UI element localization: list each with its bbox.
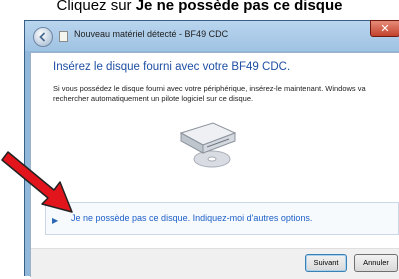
back-button[interactable] — [33, 27, 53, 47]
instruction-text: Si vous possédez le disque fourni avec v… — [53, 84, 366, 103]
page-heading: Insérez le disque fourni avec votre BF49… — [53, 61, 291, 73]
back-arrow-icon — [39, 32, 46, 42]
cd-drive-icon — [179, 122, 237, 168]
annotation-arrow-icon — [1, 151, 73, 213]
button-bar: Suivant Annuler — [31, 248, 399, 279]
wizard-content: Insérez le disque fourni avec votre BF49… — [30, 52, 399, 279]
instruction-caption: Cliquez sur Je ne possède pas ce disque — [0, 0, 399, 18]
hardware-wizard-window: Nouveau matériel détecté - BF49 CDC ✕ In… — [24, 20, 399, 279]
caption-bold-text: Je ne possède pas ce disque — [135, 0, 343, 14]
window-title: Nouveau matériel détecté - BF49 CDC — [74, 29, 229, 39]
close-button[interactable]: ✕ — [370, 20, 399, 37]
no-disk-option-label: Je ne possède pas ce disque. Indiquez-mo… — [71, 213, 313, 223]
no-disk-option[interactable]: ▶ Je ne possède pas ce disque. Indiquez-… — [45, 202, 399, 235]
title-bar: Nouveau matériel détecté - BF49 CDC ✕ — [25, 20, 399, 51]
next-button[interactable]: Suivant — [305, 254, 347, 272]
caption-prefix: Cliquez sur — [56, 0, 136, 14]
hardware-icon — [59, 31, 68, 42]
cancel-button[interactable]: Annuler — [354, 254, 398, 272]
